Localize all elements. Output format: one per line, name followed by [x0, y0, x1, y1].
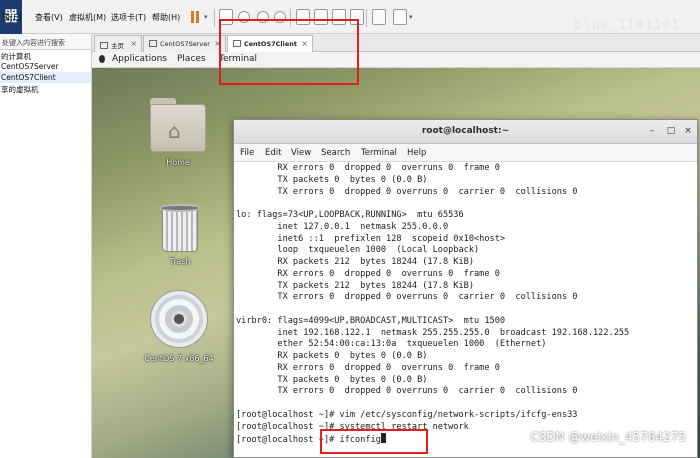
desktop-label-home: Home [166, 158, 190, 167]
library-item-centos7client[interactable]: CentOS7Client [0, 72, 91, 83]
toolbar-separator [366, 9, 367, 27]
menu-vm[interactable]: 虚拟机(M) [69, 12, 106, 23]
tab-home[interactable]: 主页 × [94, 35, 142, 52]
menu-edit[interactable]: 辑(E) [2, 12, 21, 23]
csdn-watermark: CSDN @weixin_45784275 [530, 430, 686, 444]
menu-view[interactable]: 查看(V) [35, 12, 63, 23]
library-item-my-computer[interactable]: 的计算机 [0, 50, 91, 61]
menu-tabs[interactable]: 选项卡(T) [111, 12, 146, 23]
terminal-menu-help[interactable]: Help [407, 148, 426, 158]
gnome-top-panel: Applications Places Terminal [92, 52, 700, 68]
maximize-icon[interactable]: □ [666, 126, 676, 136]
desktop-label-dvd: CentOS 7 x86_64 [144, 354, 214, 363]
vm-tab-bar: 主页 × CentOS7Server × CentOS7Client × [92, 34, 700, 53]
trash-can-body [162, 209, 198, 252]
library-item-centos7server[interactable]: CentOS7Server [0, 61, 91, 72]
menu-help[interactable]: 帮助(H) [152, 12, 180, 23]
console-view-icon[interactable] [372, 9, 386, 25]
chevron-down-icon[interactable]: ▾ [409, 13, 413, 21]
faint-watermark: blue_1101101 [574, 18, 680, 33]
terminal-title: root@localhost:~ [421, 126, 510, 136]
terminal-menu-file[interactable]: File [240, 148, 254, 158]
terminal-menu-search[interactable]: Search [321, 148, 350, 158]
toolbar-separator [214, 9, 215, 27]
tab-label: 主页 [111, 42, 124, 50]
house-glyph: ⌂ [168, 119, 181, 143]
places-menu[interactable]: Places [177, 54, 206, 64]
highlight-box-centos7client-tab [219, 19, 359, 85]
minimize-icon[interactable]: – [647, 126, 657, 136]
library-search-input[interactable]: 处键入内容进行搜索 [0, 34, 91, 50]
chevron-down-icon[interactable]: ▾ [204, 13, 208, 21]
library-sidebar: 处键入内容进行搜索 的计算机 CentOS7Server CentOS7Clie… [0, 34, 92, 458]
tab-centos7server[interactable]: CentOS7Server × [143, 35, 226, 52]
desktop-label-trash: Trash [169, 257, 191, 266]
trash-icon[interactable] [159, 204, 201, 252]
terminal-menu-view[interactable]: View [291, 148, 311, 158]
library-item-shared-vms[interactable]: 享的虚拟机 [0, 83, 91, 94]
dvd-icon[interactable] [150, 290, 208, 348]
tab-label: CentOS7Server [160, 40, 210, 48]
close-icon[interactable]: × [683, 126, 693, 136]
terminal-titlebar[interactable]: root@localhost:~ – □ × [234, 120, 697, 144]
terminal-output[interactable]: RX errors 0 dropped 0 overruns 0 frame 0… [234, 163, 699, 458]
terminal-menu-terminal[interactable]: Terminal [361, 148, 397, 158]
vm-icon [149, 40, 157, 47]
trash-can-lid [159, 204, 201, 212]
applications-menu[interactable]: Applications [112, 54, 167, 64]
gnome-foot-icon [99, 55, 105, 63]
close-icon[interactable]: × [130, 39, 137, 48]
terminal-window[interactable]: root@localhost:~ – □ × File Edit View Se… [233, 119, 698, 458]
home-folder-icon[interactable]: ⌂ [150, 98, 206, 152]
highlight-box-ifconfig-command [320, 429, 428, 454]
pause-icon[interactable] [190, 9, 202, 25]
terminal-menu-edit[interactable]: Edit [265, 148, 281, 158]
folder-body: ⌂ [150, 104, 206, 152]
terminal-text: RX errors 0 dropped 0 overruns 0 frame 0… [236, 163, 630, 446]
home-icon [100, 42, 108, 49]
stretch-view-icon[interactable] [393, 9, 407, 25]
terminal-menubar: File Edit View Search Terminal Help [234, 144, 697, 162]
